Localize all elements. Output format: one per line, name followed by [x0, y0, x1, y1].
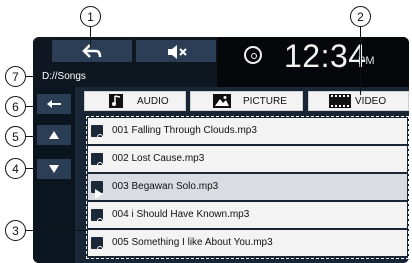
callout-3-leader: [26, 230, 86, 231]
callout-6: 6: [5, 96, 26, 117]
file-name: 002 Lost Cause.mp3: [112, 153, 205, 164]
tab-video[interactable]: VIDEO: [308, 91, 409, 111]
music-note-icon: [109, 94, 123, 108]
tab-label: PICTURE: [243, 96, 287, 107]
mute-button[interactable]: [135, 39, 217, 63]
file-name: 001 Falling Through Clouds.mp3: [112, 125, 257, 136]
scroll-up-button[interactable]: [36, 124, 72, 146]
audio-file-icon: [91, 209, 103, 224]
callout-7-leader: [26, 76, 42, 77]
callout-5: 5: [5, 126, 26, 147]
arrow-down-icon: [49, 165, 59, 173]
audio-file-icon: [91, 125, 103, 140]
return-arrow-icon: [47, 100, 61, 108]
audio-file-icon: [91, 237, 103, 252]
film-icon: [329, 94, 351, 108]
audio-file-icon: [91, 153, 103, 168]
tab-audio[interactable]: AUDIO: [84, 91, 186, 111]
list-item-playing[interactable]: 003 Begawan Solo.mp3: [88, 174, 407, 200]
tab-label: VIDEO: [355, 96, 387, 107]
callout-2: 2: [350, 6, 371, 27]
callout-6-leader: [26, 106, 36, 107]
back-button[interactable]: [51, 39, 133, 63]
callout-4: 4: [5, 158, 26, 179]
callout-2-leader: [360, 27, 361, 95]
list-item[interactable]: 002 Lost Cause.mp3: [88, 146, 407, 172]
callout-1: 1: [80, 6, 101, 27]
list-item[interactable]: 004 i Should Have Known.mp3: [88, 202, 407, 228]
callout-7: 7: [5, 66, 26, 87]
disc-icon: [244, 46, 262, 64]
callout-5-leader: [26, 136, 36, 137]
list-item[interactable]: 005 Something I like About You.mp3: [88, 230, 407, 256]
return-button[interactable]: [36, 93, 72, 115]
scroll-down-button[interactable]: [36, 158, 72, 180]
picture-icon: [213, 94, 231, 108]
callout-1-leader: [90, 27, 91, 47]
arrow-up-icon: [49, 131, 59, 139]
tab-label: AUDIO: [137, 96, 169, 107]
file-name: 003 Begawan Solo.mp3: [112, 181, 219, 192]
clock-time: 12:34: [284, 38, 367, 74]
callout-4-leader: [26, 168, 36, 169]
mute-icon: [168, 45, 187, 59]
callout-3: 3: [5, 220, 26, 241]
file-name: 005 Something I like About You.mp3: [112, 237, 273, 248]
tab-picture[interactable]: PICTURE: [190, 91, 303, 111]
file-name: 004 i Should Have Known.mp3: [112, 209, 250, 220]
current-path: D://Songs: [42, 71, 86, 82]
list-item[interactable]: 001 Falling Through Clouds.mp3: [88, 118, 407, 144]
play-icon: [91, 181, 103, 199]
back-arrow-icon: [82, 44, 102, 58]
